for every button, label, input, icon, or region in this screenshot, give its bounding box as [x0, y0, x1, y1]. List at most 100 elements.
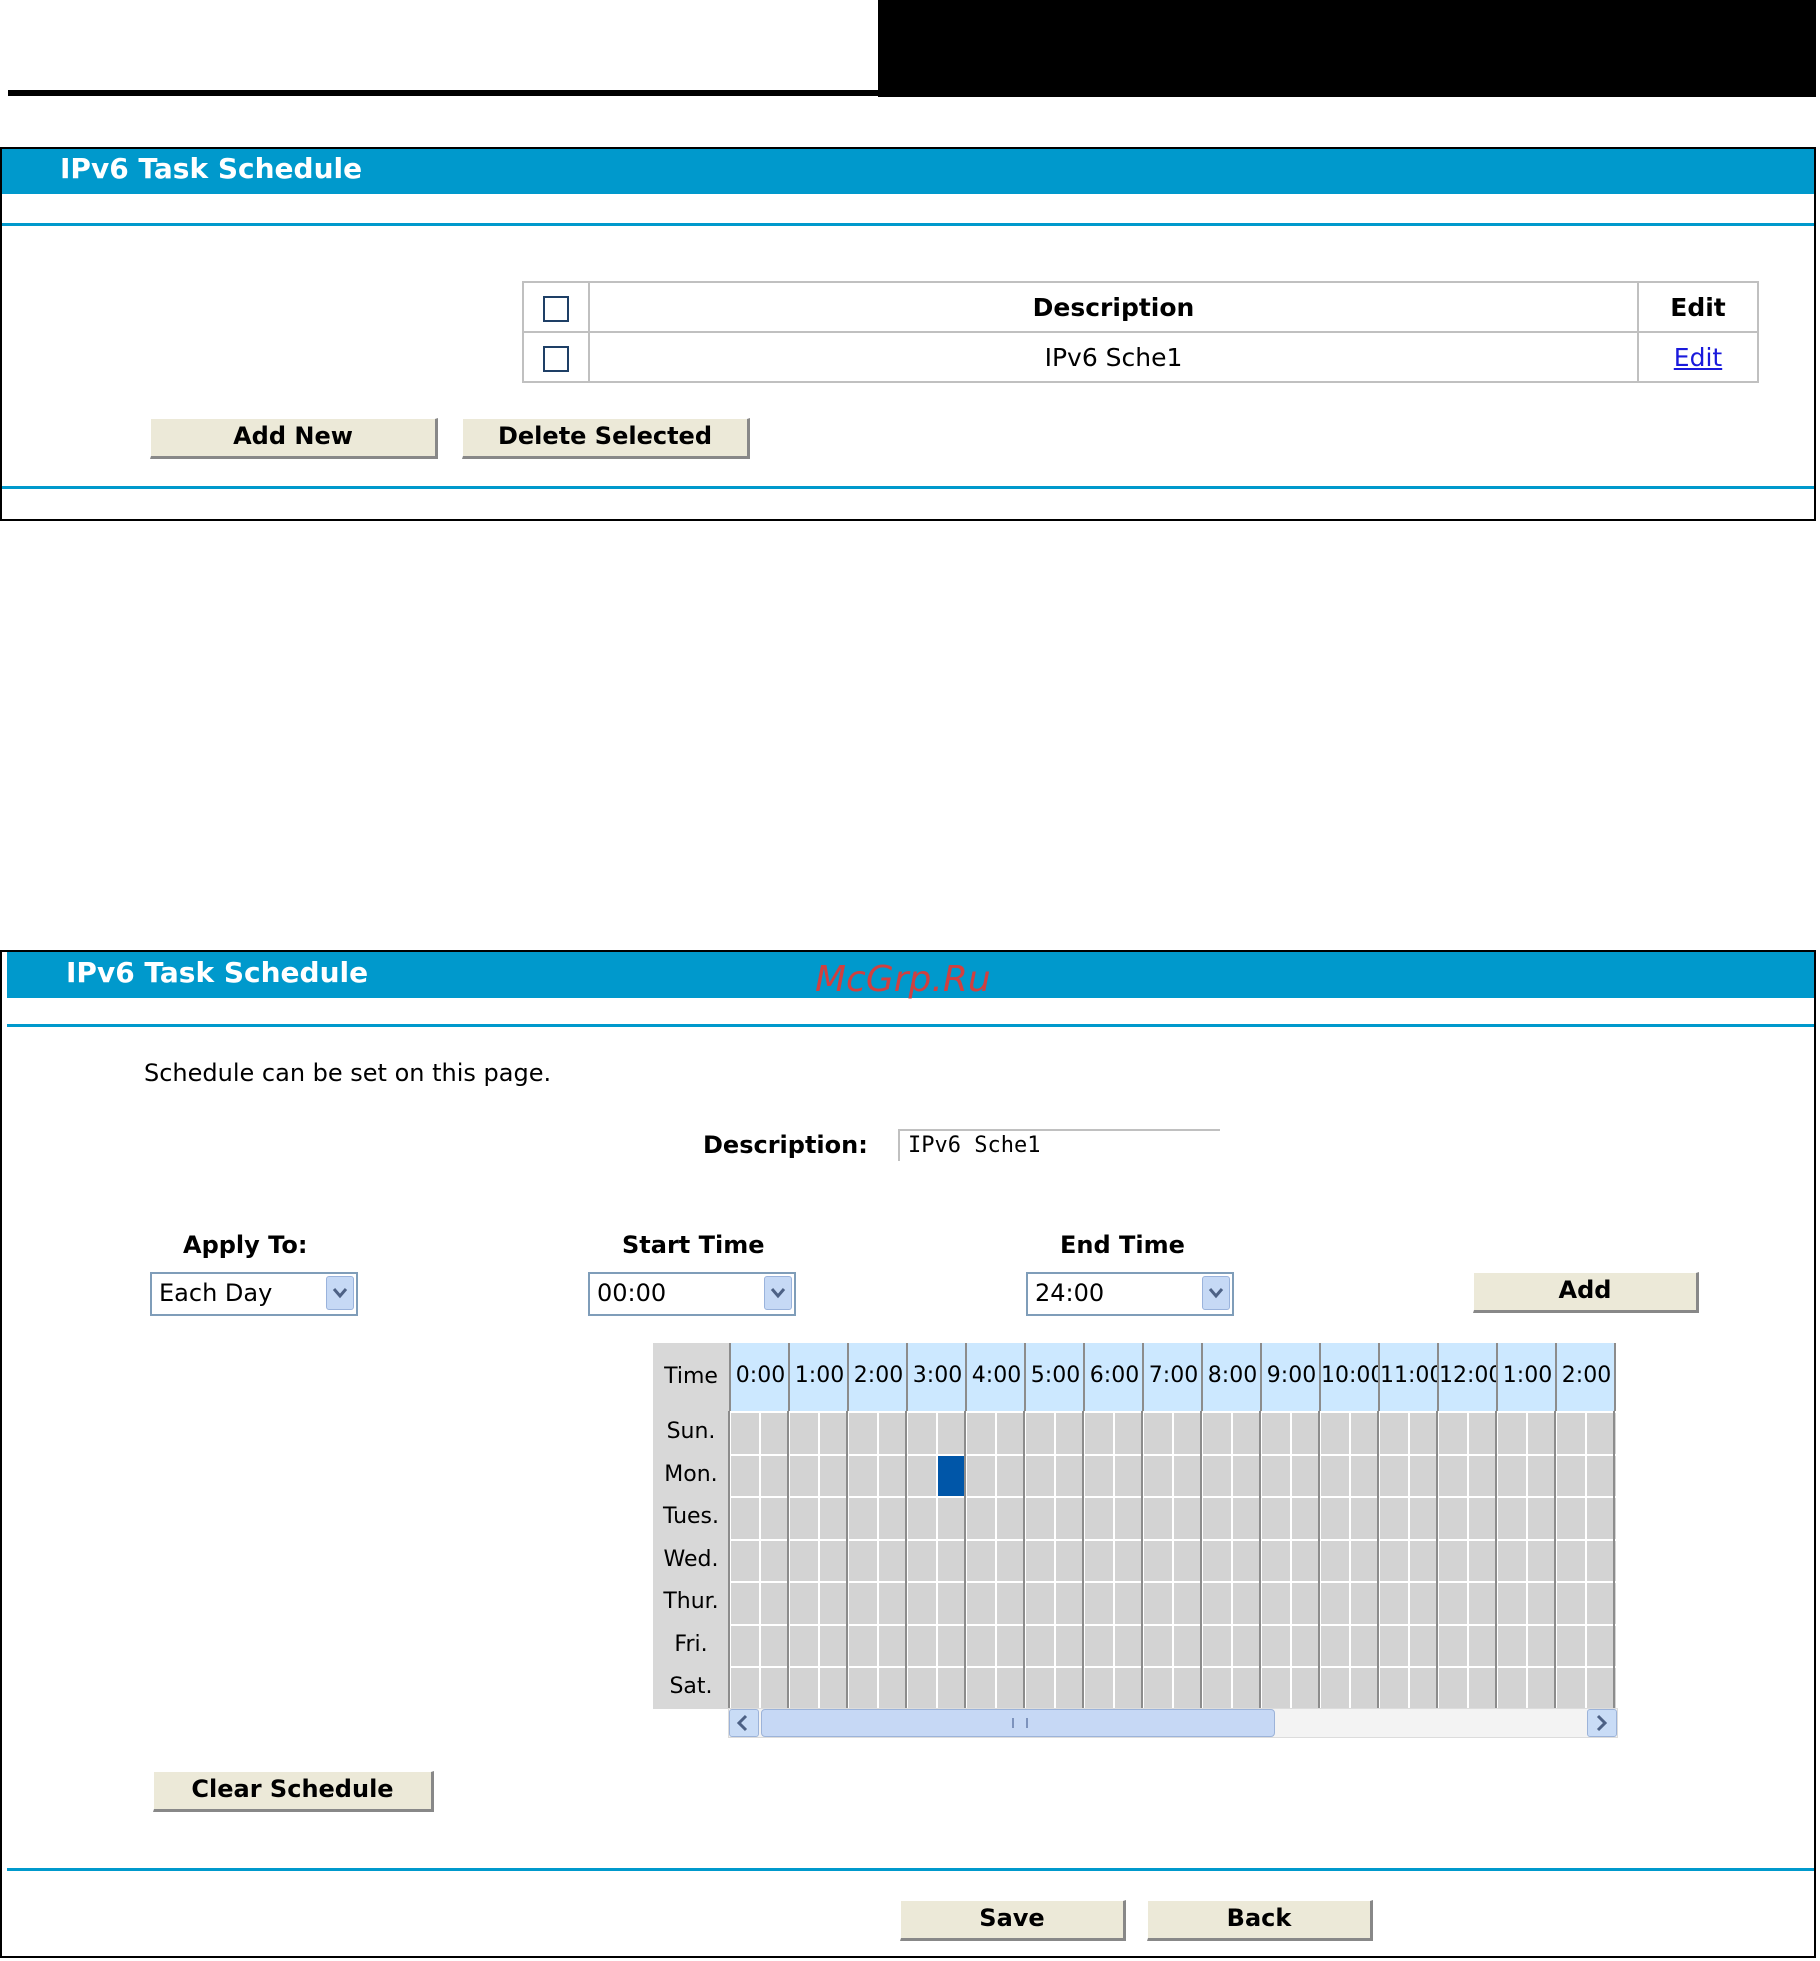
row-checkbox[interactable] [543, 345, 569, 372]
schedule-cell[interactable] [1201, 1666, 1233, 1711]
schedule-cell[interactable] [994, 1623, 1026, 1668]
schedule-cell[interactable] [847, 1453, 879, 1498]
schedule-cell[interactable] [758, 1623, 790, 1668]
schedule-cell[interactable] [1083, 1411, 1115, 1456]
schedule-cell[interactable] [1260, 1623, 1292, 1668]
schedule-cell[interactable] [1112, 1581, 1144, 1626]
schedule-cell[interactable] [1230, 1453, 1262, 1498]
schedule-cell[interactable] [1053, 1623, 1085, 1668]
schedule-cell[interactable] [1112, 1496, 1144, 1541]
schedule-cell[interactable] [1378, 1453, 1410, 1498]
schedule-cell[interactable] [1348, 1496, 1380, 1541]
schedule-cell[interactable] [1555, 1411, 1587, 1456]
schedule-cell[interactable] [1525, 1538, 1557, 1583]
schedule-cell[interactable] [758, 1581, 790, 1626]
schedule-cell[interactable] [1260, 1666, 1292, 1711]
schedule-cell[interactable] [1289, 1411, 1321, 1456]
schedule-cell[interactable] [729, 1666, 761, 1711]
schedule-cell[interactable] [1496, 1411, 1528, 1456]
schedule-cell[interactable] [1584, 1496, 1616, 1541]
schedule-cell[interactable] [847, 1411, 879, 1456]
schedule-cell[interactable] [1319, 1538, 1351, 1583]
schedule-cell[interactable] [1112, 1538, 1144, 1583]
schedule-cell[interactable] [758, 1666, 790, 1711]
schedule-cell[interactable] [847, 1581, 879, 1626]
schedule-cell[interactable] [1201, 1496, 1233, 1541]
select-all-checkbox[interactable] [543, 295, 569, 322]
schedule-cell[interactable] [906, 1453, 938, 1498]
schedule-cell[interactable] [788, 1496, 820, 1541]
schedule-cell[interactable] [1584, 1538, 1616, 1583]
schedule-cell[interactable] [1525, 1411, 1557, 1456]
schedule-cell[interactable] [1437, 1581, 1469, 1626]
schedule-cell[interactable] [935, 1453, 967, 1498]
schedule-cell[interactable] [1083, 1666, 1115, 1711]
schedule-cell[interactable] [1466, 1623, 1498, 1668]
schedule-cell[interactable] [1201, 1538, 1233, 1583]
schedule-cell[interactable] [817, 1496, 849, 1541]
schedule-cell[interactable] [729, 1411, 761, 1456]
schedule-cell[interactable] [1348, 1581, 1380, 1626]
schedule-cell[interactable] [1053, 1581, 1085, 1626]
schedule-cell[interactable] [1083, 1623, 1115, 1668]
schedule-cell[interactable] [876, 1453, 908, 1498]
schedule-cell[interactable] [994, 1453, 1026, 1498]
schedule-cell[interactable] [965, 1453, 997, 1498]
schedule-cell[interactable] [1230, 1538, 1262, 1583]
schedule-cell[interactable] [1584, 1411, 1616, 1456]
schedule-cell[interactable] [1407, 1453, 1439, 1498]
schedule-cell[interactable] [906, 1411, 938, 1456]
schedule-cell[interactable] [1348, 1623, 1380, 1668]
schedule-cell[interactable] [1496, 1496, 1528, 1541]
chevron-down-icon[interactable] [1202, 1276, 1230, 1310]
schedule-cell[interactable] [1201, 1453, 1233, 1498]
schedule-cell[interactable] [1466, 1496, 1498, 1541]
schedule-cell[interactable] [1289, 1581, 1321, 1626]
schedule-cell[interactable] [876, 1411, 908, 1456]
schedule-cell[interactable] [1230, 1666, 1262, 1711]
schedule-cell[interactable] [1053, 1496, 1085, 1541]
schedule-cell[interactable] [1142, 1666, 1174, 1711]
schedule-cell[interactable] [1584, 1666, 1616, 1711]
edit-link[interactable]: Edit [1674, 343, 1722, 372]
schedule-cell[interactable] [935, 1581, 967, 1626]
schedule-cell[interactable] [1407, 1538, 1439, 1583]
schedule-cell[interactable] [906, 1623, 938, 1668]
schedule-cell[interactable] [1525, 1581, 1557, 1626]
schedule-cell[interactable] [1584, 1453, 1616, 1498]
schedule-cell[interactable] [906, 1581, 938, 1626]
schedule-cell[interactable] [788, 1411, 820, 1456]
schedule-cell[interactable] [1555, 1538, 1587, 1583]
schedule-cell[interactable] [1112, 1411, 1144, 1456]
schedule-cell[interactable] [1407, 1666, 1439, 1711]
schedule-cell[interactable] [1083, 1581, 1115, 1626]
schedule-cell[interactable] [1142, 1581, 1174, 1626]
scroll-thumb[interactable] [761, 1709, 1275, 1737]
schedule-cell[interactable] [1230, 1496, 1262, 1541]
schedule-cell[interactable] [1378, 1581, 1410, 1626]
schedule-cell[interactable] [1378, 1538, 1410, 1583]
schedule-cell[interactable] [1407, 1411, 1439, 1456]
schedule-cell[interactable] [994, 1581, 1026, 1626]
schedule-cell[interactable] [1260, 1496, 1292, 1541]
schedule-cell[interactable] [1555, 1623, 1587, 1668]
schedule-cell[interactable] [1289, 1623, 1321, 1668]
scroll-left-button[interactable] [729, 1709, 759, 1737]
schedule-cell[interactable] [1437, 1623, 1469, 1668]
schedule-cell[interactable] [1319, 1581, 1351, 1626]
schedule-cell[interactable] [1496, 1666, 1528, 1711]
schedule-cell[interactable] [1466, 1666, 1498, 1711]
schedule-cell[interactable] [935, 1496, 967, 1541]
schedule-cell[interactable] [758, 1496, 790, 1541]
schedule-cell[interactable] [1024, 1453, 1056, 1498]
schedule-cell[interactable] [906, 1666, 938, 1711]
schedule-cell[interactable] [788, 1666, 820, 1711]
schedule-cell[interactable] [1466, 1581, 1498, 1626]
schedule-cell[interactable] [847, 1623, 879, 1668]
schedule-cell[interactable] [817, 1538, 849, 1583]
schedule-cell[interactable] [1555, 1666, 1587, 1711]
schedule-cell[interactable] [1083, 1538, 1115, 1583]
schedule-cell[interactable] [1319, 1496, 1351, 1541]
schedule-cell[interactable] [1024, 1496, 1056, 1541]
schedule-cell[interactable] [1112, 1666, 1144, 1711]
